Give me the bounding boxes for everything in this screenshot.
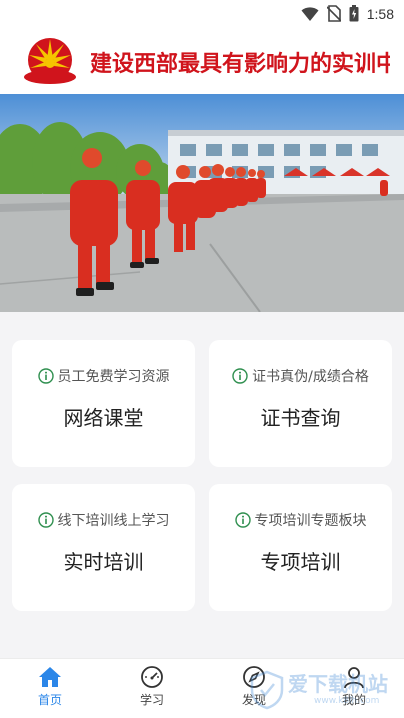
card-certificate-query[interactable]: 证书真伪/成绩合格 证书查询	[209, 340, 392, 467]
card-title: 专项培训	[260, 550, 341, 574]
battery-icon	[349, 5, 359, 22]
card-subtitle: 专项培训专题板块	[254, 513, 367, 529]
card-special-training[interactable]: 专项培训专题板块 专项培训	[209, 484, 392, 611]
watermark-url: www.k8lh.com	[314, 696, 380, 706]
card-subtitle-row: 专项培训专题板块	[209, 510, 392, 530]
watermark-text: 爱下载机站	[288, 672, 388, 696]
status-time: 1:58	[366, 5, 394, 22]
nav-item-study[interactable]: 学习	[112, 659, 192, 718]
card-online-course[interactable]: 员工免费学习资源 网络课堂	[12, 340, 195, 467]
card-subtitle: 员工免费学习资源	[57, 369, 170, 385]
info-icon	[234, 512, 251, 528]
marquee-banner: 建设西部最具有影响力的实训中	[90, 28, 390, 94]
card-live-training[interactable]: 线下培训线上学习 实时培训	[12, 484, 195, 611]
info-icon	[37, 368, 54, 384]
card-subtitle: 线下培训线上学习	[57, 513, 170, 529]
card-title: 证书查询	[260, 406, 341, 430]
info-icon	[37, 512, 54, 528]
status-icons: 1:58	[301, 5, 394, 22]
nav-label: 首页	[37, 693, 62, 707]
info-icon	[232, 368, 248, 384]
card-title: 网络课堂	[63, 406, 144, 430]
wifi-icon	[301, 6, 319, 21]
gauge-icon	[141, 666, 163, 688]
card-subtitle: 证书真伪/成绩合格	[252, 369, 369, 385]
card-subtitle-row: 证书真伪/成绩合格	[209, 366, 392, 386]
watermark-shield-icon	[250, 670, 284, 710]
header: 建设西部最具有影响力的实训中	[0, 28, 404, 94]
marquee-text: 建设西部最具有影响力的实训中	[90, 52, 390, 77]
watermark: 爱下载机站 www.k8lh.com	[248, 668, 404, 714]
card-subtitle-row: 线下培训线上学习	[12, 510, 195, 530]
banner-carousel[interactable]	[0, 94, 404, 312]
nav-item-home[interactable]: 首页	[10, 659, 90, 718]
no-sim-icon	[326, 5, 341, 22]
banner-image	[0, 94, 404, 312]
home-icon	[39, 667, 61, 687]
company-logo	[24, 38, 76, 84]
card-subtitle-row: 员工免费学习资源	[12, 366, 195, 386]
card-title: 实时培训	[63, 550, 144, 574]
status-bar: 1:58	[0, 0, 404, 28]
nav-label: 学习	[139, 693, 164, 707]
